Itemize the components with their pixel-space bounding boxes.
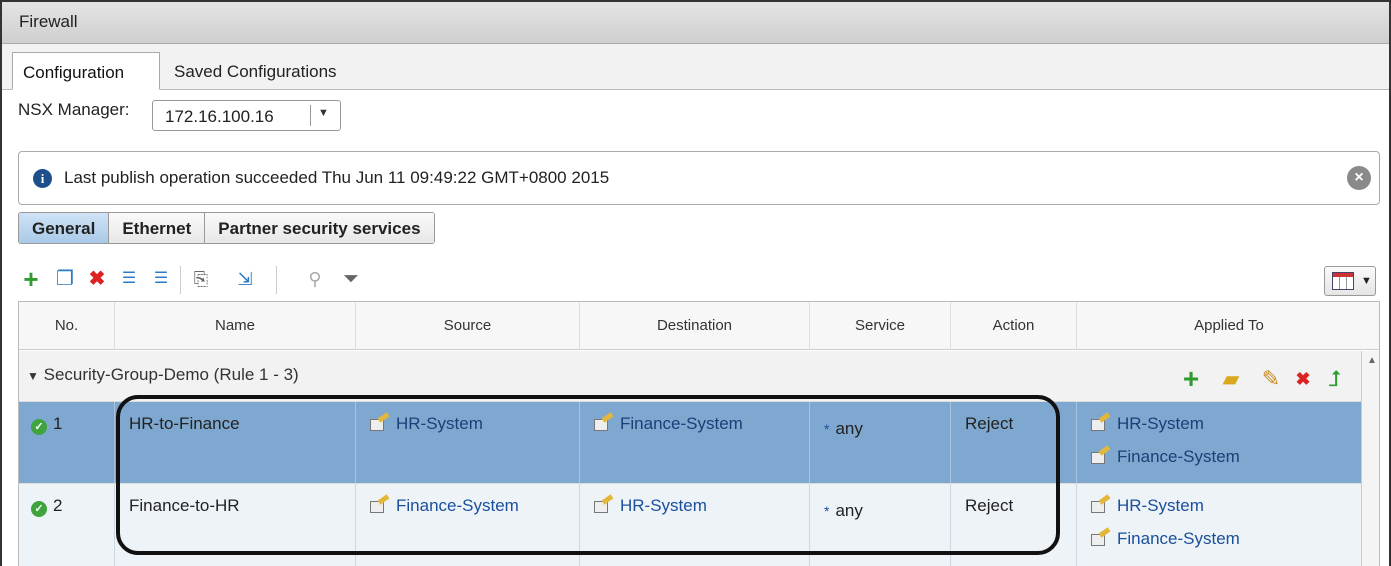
columns-button[interactable]: ▼ [1324, 266, 1376, 296]
firewall-rules-table: No. Name Source Destination Service Acti… [18, 301, 1380, 566]
security-group-icon [370, 414, 390, 431]
toolbar-divider [276, 266, 277, 294]
action-value: Reject [965, 496, 1014, 515]
security-group-icon [370, 496, 390, 513]
info-icon: i [33, 169, 52, 188]
rule-number: 1 [53, 414, 63, 433]
destination-cell[interactable]: Finance-System [580, 402, 810, 483]
check-icon: ✓ [31, 501, 47, 517]
delete-rule-icon[interactable]: ✖ [84, 266, 110, 292]
column-header-service[interactable]: Service [810, 302, 951, 350]
nsx-manager-value: 172.16.100.16 [165, 107, 274, 126]
applied-to-cell[interactable]: HR-System Finance-System [1077, 484, 1361, 566]
destination-link[interactable]: HR-System [620, 496, 707, 515]
export-icon[interactable]: ⇲ [232, 266, 258, 292]
destination-cell[interactable]: HR-System [580, 484, 810, 566]
service-value: any [835, 501, 863, 520]
scroll-up-icon[interactable]: ▲ [1367, 355, 1377, 366]
table-header: No. Name Source Destination Service Acti… [19, 302, 1379, 350]
copy-rule-icon[interactable]: ❐ [52, 266, 78, 292]
action-value: Reject [965, 414, 1014, 433]
security-group-icon [1091, 447, 1111, 464]
security-group-icon [1091, 529, 1111, 546]
nsx-manager-select[interactable]: 172.16.100.16 ▼ [152, 100, 341, 131]
asterisk-icon: * [824, 503, 830, 519]
section-label[interactable]: ▼ Security-Group-Demo (Rule 1 - 3) [27, 365, 299, 385]
rules-toolbar: + ❐ ✖ ☰ ☰ ⎘ ⇲ ⚲ ⏷ ▼ [18, 264, 1380, 298]
applied-to-link[interactable]: HR-System [1117, 496, 1204, 515]
rule-name: Finance-to-HR [129, 496, 240, 515]
close-icon[interactable]: × [1347, 166, 1371, 190]
service-value: any [835, 419, 863, 438]
rule-name: HR-to-Finance [129, 414, 240, 433]
tab-ethernet[interactable]: Ethernet [109, 213, 206, 243]
security-group-icon [594, 414, 614, 431]
rule-name-cell[interactable]: HR-to-Finance [115, 402, 356, 483]
rule-number-cell: ✓ 2 [19, 484, 115, 566]
column-header-destination[interactable]: Destination [580, 302, 810, 350]
window-titlebar: Firewall [2, 2, 1389, 44]
move-down-icon[interactable]: ☰ [148, 266, 174, 292]
window-title: Firewall [19, 12, 78, 31]
source-link[interactable]: Finance-System [396, 496, 519, 515]
security-group-icon [1091, 496, 1111, 513]
delete-icon[interactable]: ✖ [1291, 367, 1315, 391]
edit-icon[interactable]: ✎ [1259, 367, 1283, 391]
move-up-icon[interactable]: ☰ [116, 266, 142, 292]
tab-partner-security-services[interactable]: Partner security services [205, 213, 434, 243]
columns-icon [1332, 272, 1354, 290]
section-title: Security-Group-Demo (Rule 1 - 3) [43, 365, 299, 384]
chevron-down-icon: ▼ [1361, 275, 1372, 287]
applied-to-link[interactable]: Finance-System [1117, 529, 1240, 548]
column-header-no[interactable]: No. [19, 302, 115, 350]
action-cell[interactable]: Reject [951, 402, 1077, 483]
check-icon: ✓ [31, 419, 47, 435]
section-row[interactable]: ▼ Security-Group-Demo (Rule 1 - 3) + ▰ ✎… [19, 351, 1361, 402]
clear-filter-icon[interactable]: ⚲ [302, 266, 328, 292]
toolbar-divider [180, 266, 181, 294]
applied-to-link[interactable]: Finance-System [1117, 447, 1240, 466]
source-link[interactable]: HR-System [396, 414, 483, 433]
nsx-manager-label: NSX Manager: [18, 100, 130, 119]
chevron-down-icon[interactable]: ▼ [318, 107, 329, 119]
vertical-scrollbar[interactable]: ▲ [1361, 351, 1379, 566]
column-header-action[interactable]: Action [951, 302, 1077, 350]
add-icon[interactable]: + [1179, 365, 1203, 393]
rule-number-cell: ✓ 1 [19, 402, 115, 483]
action-cell[interactable]: Reject [951, 484, 1077, 566]
tab-general[interactable]: General [19, 213, 110, 243]
filter-icon[interactable]: ⏷ [338, 266, 364, 292]
source-cell[interactable]: HR-System [356, 402, 580, 483]
applied-to-link[interactable]: HR-System [1117, 414, 1204, 433]
tab-configuration[interactable]: Configuration [12, 52, 160, 90]
select-divider [310, 105, 311, 126]
column-header-source[interactable]: Source [356, 302, 580, 350]
column-header-applied-to[interactable]: Applied To [1077, 302, 1379, 350]
publish-message: Last publish operation succeeded Thu Jun… [64, 168, 610, 187]
destination-link[interactable]: Finance-System [620, 414, 743, 433]
source-cell[interactable]: Finance-System [356, 484, 580, 566]
add-rule-icon[interactable]: + [18, 266, 44, 292]
publish-notice: i Last publish operation succeeded Thu J… [18, 151, 1380, 205]
service-cell[interactable]: * any [810, 402, 951, 483]
applied-to-cell[interactable]: HR-System Finance-System [1077, 402, 1361, 483]
rule-number: 2 [53, 496, 63, 515]
table-row[interactable]: ✓ 2 Finance-to-HR Finance-System HR-Syste… [19, 484, 1361, 566]
main-tabs: Configuration Saved Configurations [2, 44, 1389, 90]
security-group-icon [594, 496, 614, 513]
table-row[interactable]: ✓ 1 HR-to-Finance HR-System Finance-Syste… [19, 402, 1361, 484]
column-header-name[interactable]: Name [115, 302, 356, 350]
tab-saved-configurations[interactable]: Saved Configurations [164, 52, 374, 90]
security-group-icon [1091, 414, 1111, 431]
paste-rule-icon[interactable]: ⎘ [188, 266, 214, 292]
asterisk-icon: * [824, 421, 830, 437]
move-up-icon[interactable]: ⮥ [1323, 367, 1347, 391]
rule-type-tabs: General Ethernet Partner security servic… [18, 212, 435, 244]
rule-name-cell[interactable]: Finance-to-HR [115, 484, 356, 566]
service-cell[interactable]: * any [810, 484, 951, 566]
collapse-icon[interactable]: ▼ [27, 369, 39, 383]
add-section-icon[interactable]: ▰ [1219, 367, 1243, 391]
